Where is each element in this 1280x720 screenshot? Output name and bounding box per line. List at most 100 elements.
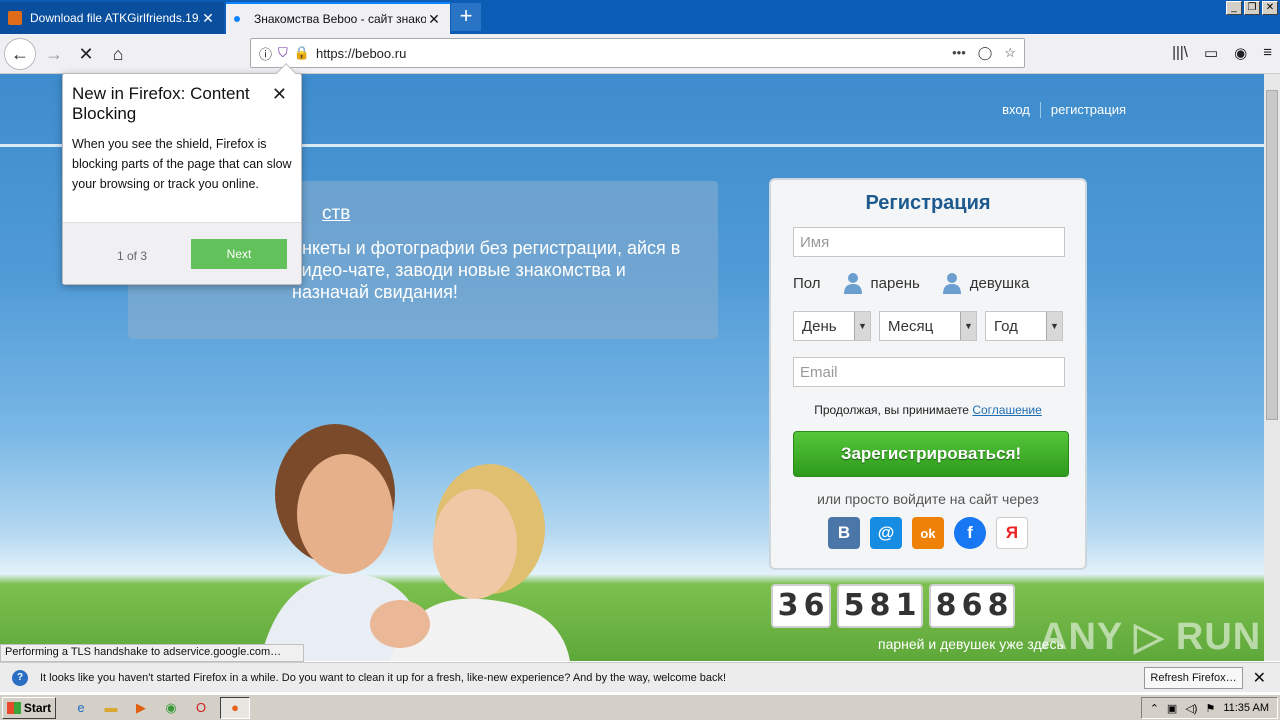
info-icon[interactable]: ⓘ <box>259 44 272 63</box>
female-person-icon <box>942 273 961 294</box>
tab-title: Download file ATKGirlfriends.19.1: <box>30 11 200 25</box>
login-link[interactable]: вход <box>1002 102 1030 118</box>
chevron-down-icon: ▼ <box>854 312 870 340</box>
tab-strip: Download file ATKGirlfriends.19.1: ✕ Зна… <box>0 0 1280 34</box>
yandex-login-icon[interactable]: Я <box>996 517 1028 549</box>
forward-button[interactable]: → <box>38 38 70 70</box>
or-login-text: или просто войдите на сайт через <box>817 491 1039 507</box>
menu-icon[interactable]: ≡ <box>1263 44 1272 62</box>
popup-footer: 1 of 3 Next <box>63 222 301 284</box>
month-select[interactable]: Месяц ▼ <box>879 311 977 341</box>
bookmark-star-icon[interactable]: ☆ <box>1004 45 1016 61</box>
name-input[interactable]: Имя <box>793 227 1065 257</box>
new-tab-button[interactable]: + <box>451 3 481 31</box>
tab-beboo[interactable]: Знакомства Beboo - сайт знаком ✕ <box>226 2 450 34</box>
user-counter: 3 6 5 8 1 8 6 8 <box>771 584 1015 628</box>
opera-icon[interactable]: O <box>190 697 212 719</box>
question-icon: ? <box>12 669 28 686</box>
month-value: Месяц <box>888 317 934 335</box>
link-separator <box>1039 102 1041 118</box>
network-icon[interactable]: ▣ <box>1167 702 1177 715</box>
page-actions-icon[interactable]: ••• <box>952 45 966 61</box>
counter-group: 5 8 1 <box>837 584 923 628</box>
counter-digit: 8 <box>935 588 957 623</box>
ie-icon[interactable]: e <box>70 697 92 719</box>
address-bar[interactable]: ⓘ ⛉ 🔒 https://beboo.ru ••• ◯ ☆ <box>250 38 1025 68</box>
next-button[interactable]: Next <box>191 239 287 269</box>
facebook-login-icon[interactable]: f <box>954 517 986 549</box>
header-links: вход регистрация <box>1002 102 1126 118</box>
start-label: Start <box>23 700 52 715</box>
registration-form: Регистрация Имя Пол парень девушка День … <box>769 178 1087 570</box>
agreement-link[interactable]: Соглашение <box>972 403 1041 417</box>
home-button[interactable]: ⌂ <box>102 38 134 70</box>
windows-logo-icon <box>6 701 21 714</box>
couple-photo <box>260 424 570 661</box>
promo-heading[interactable]: ств <box>322 203 688 225</box>
media-player-icon[interactable]: ▶ <box>130 697 152 719</box>
counter-digit: 8 <box>869 588 891 623</box>
chevron-down-icon: ▼ <box>1046 312 1062 340</box>
female-label: девушка <box>969 274 1030 292</box>
lock-icon[interactable]: 🔒 <box>294 45 310 61</box>
close-icon[interactable]: ✕ <box>1253 668 1266 688</box>
counter-digit: 8 <box>987 588 1009 623</box>
vk-login-icon[interactable]: B <box>828 517 860 549</box>
popup-body: When you see the shield, Firefox is bloc… <box>72 137 292 191</box>
page-scrollbar[interactable] <box>1264 74 1280 661</box>
male-label: парень <box>870 274 920 292</box>
day-select[interactable]: День ▼ <box>793 311 871 341</box>
gender-label: Пол <box>793 274 821 292</box>
tab-title: Знакомства Beboo - сайт знаком <box>254 12 426 26</box>
stop-button[interactable]: ✕ <box>70 38 102 70</box>
volume-icon[interactable]: ◁) <box>1185 702 1197 715</box>
restore-button[interactable]: ❐ <box>1244 1 1260 15</box>
pocket-icon[interactable]: ◯ <box>978 45 993 61</box>
counter-digit: 6 <box>961 588 983 623</box>
content-blocking-shield-icon[interactable]: ⛉ <box>278 45 288 61</box>
register-button[interactable]: Зарегистрироваться! <box>793 431 1069 477</box>
agree-prefix: Продолжая, вы принимаете <box>814 403 969 417</box>
agreement-text: Продолжая, вы принимаете Соглашение <box>793 403 1063 417</box>
refresh-firefox-button[interactable]: Refresh Firefox… <box>1144 666 1243 689</box>
sidebar-icon[interactable]: ▭ <box>1204 44 1218 62</box>
clock[interactable]: 11:35 AM <box>1223 702 1269 714</box>
counter-digit: 5 <box>843 588 865 623</box>
day-value: День <box>802 317 837 335</box>
close-tab-icon[interactable]: ✕ <box>426 11 442 28</box>
download-site-favicon-icon <box>8 11 22 25</box>
url-text[interactable]: https://beboo.ru <box>316 46 952 61</box>
tab-download-file[interactable]: Download file ATKGirlfriends.19.1: ✕ <box>0 2 224 34</box>
year-select[interactable]: Год ▼ <box>985 311 1063 341</box>
email-input[interactable]: Email <box>793 357 1065 387</box>
navigation-toolbar: ← → ✕ ⌂ ⓘ ⛉ 🔒 https://beboo.ru ••• ◯ ☆ |… <box>0 34 1280 74</box>
close-tab-icon[interactable]: ✕ <box>200 10 216 27</box>
scrollbar-thumb[interactable] <box>1266 90 1278 420</box>
social-login-buttons: B @ ok f Я <box>793 517 1063 549</box>
close-window-button[interactable]: ✕ <box>1262 1 1278 15</box>
loading-dot-icon <box>234 16 240 22</box>
library-icon[interactable]: |||\ <box>1172 44 1188 62</box>
firefox-taskbar-button[interactable]: ● <box>220 696 250 719</box>
year-value: Год <box>994 317 1018 335</box>
minimize-button[interactable]: _ <box>1226 1 1242 15</box>
tray-expand-icon[interactable]: ⌃ <box>1150 702 1159 715</box>
birthdate-row: День ▼ Месяц ▼ Год ▼ <box>793 311 1063 341</box>
content-blocking-popup: New in Firefox: Content Blocking ✕ When … <box>62 63 302 285</box>
folder-icon[interactable]: ▬ <box>100 697 122 719</box>
odnoklassniki-login-icon[interactable]: ok <box>912 517 944 549</box>
counter-group: 8 6 8 <box>929 584 1015 628</box>
account-icon[interactable]: ◉ <box>1234 44 1247 62</box>
chrome-icon[interactable]: ◉ <box>160 697 182 719</box>
gender-male-option[interactable]: парень <box>843 272 920 294</box>
male-person-icon <box>843 273 862 294</box>
back-button[interactable]: ← <box>4 38 36 70</box>
gender-female-option[interactable]: девушка <box>942 272 1030 294</box>
start-button[interactable]: Start <box>2 696 56 719</box>
counter-label: парней и девушек уже здесь <box>878 636 1064 652</box>
system-tray: ⌃ ▣ ◁) ⚑ 11:35 AM <box>1140 697 1278 719</box>
close-icon[interactable]: ✕ <box>272 84 287 105</box>
flag-icon[interactable]: ⚑ <box>1205 702 1215 715</box>
register-link[interactable]: регистрация <box>1051 102 1126 118</box>
mailru-login-icon[interactable]: @ <box>870 517 902 549</box>
